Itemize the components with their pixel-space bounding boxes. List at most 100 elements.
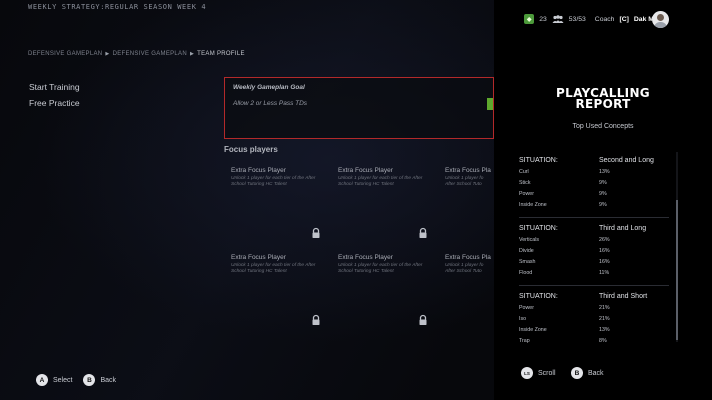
panel-back-hint[interactable]: B Back <box>571 367 604 379</box>
card-description: Unlock 1 player for each tier of the Aft… <box>338 176 423 187</box>
focus-players-heading: Focus players <box>224 145 278 154</box>
concept-name: Flood <box>519 270 533 276</box>
concept-row: Divide 16% <box>519 246 669 257</box>
concept-pct: 13% <box>599 327 610 333</box>
situation-header: SITUATION: Third and Short <box>519 291 669 303</box>
b-button-icon: B <box>571 367 583 379</box>
concept-pct: 21% <box>599 316 610 322</box>
situation-label: SITUATION: <box>519 157 558 164</box>
concept-row: Iso 21% <box>519 314 669 325</box>
header-status: ◆ 23 53/53 Coach [C] Dak Miller <box>524 14 666 24</box>
concept-pct: 21% <box>599 305 610 311</box>
card-title: Extra Focus Pla <box>445 254 491 261</box>
avatar-face <box>657 14 664 21</box>
a-button-icon: A <box>36 374 48 386</box>
goal-title: Weekly Gameplan Goal <box>233 84 305 91</box>
concept-name: Inside Zone <box>519 202 547 208</box>
situation-name: Third and Short <box>599 293 648 300</box>
concept-name: Power <box>519 191 535 197</box>
situation-label: SITUATION: <box>519 225 558 232</box>
concept-row: Stick 9% <box>519 178 669 189</box>
concept-name: Divide <box>519 248 534 254</box>
focus-player-card[interactable]: Extra Focus Player Unlock 1 player for e… <box>231 254 331 334</box>
captain-tag: [C] <box>619 15 629 23</box>
concept-pct: 26% <box>599 237 610 243</box>
concept-pct: 9% <box>599 202 607 208</box>
concept-name: Verticals <box>519 237 540 243</box>
situation-name: Third and Long <box>599 225 647 232</box>
concept-name: Inside Zone <box>519 327 547 333</box>
select-label: Select <box>53 376 73 384</box>
left-stick-icon: LS <box>521 367 533 379</box>
concept-pct: 9% <box>599 180 607 186</box>
concept-name: Smash <box>519 259 536 265</box>
report-title: PLAYCALLING REPORT <box>494 87 712 111</box>
level-badge-icon: ◆ <box>524 14 535 24</box>
card-title: Extra Focus Player <box>231 254 286 261</box>
chevron-right-icon: ▶ <box>190 51 195 57</box>
lock-icon <box>419 314 427 325</box>
concept-name: Trap <box>519 338 530 344</box>
weekly-goal-card[interactable]: Weekly Gameplan Goal Allow 2 or Less Pas… <box>224 77 494 139</box>
concept-name: Power <box>519 305 535 311</box>
concept-pct: 16% <box>599 259 610 265</box>
concept-row: Curl 13% <box>519 167 669 178</box>
concept-pct: 13% <box>599 169 610 175</box>
concept-row: Verticals 26% <box>519 235 669 246</box>
scrollbar-thumb[interactable] <box>676 200 678 340</box>
focus-player-card[interactable]: Extra Focus Pla Unlock 1 player fo After… <box>445 254 494 334</box>
divider <box>519 217 669 218</box>
side-menu: Start Training Free Practice <box>29 79 80 111</box>
menu-item-start-training[interactable]: Start Training <box>29 79 80 95</box>
situation-header: SITUATION: Third and Long <box>519 223 669 235</box>
back-label: Back <box>100 376 117 384</box>
concept-pct: 8% <box>599 338 607 344</box>
breadcrumb-item[interactable]: DEFENSIVE GAMEPLAN <box>28 51 102 57</box>
breadcrumb-item[interactable]: DEFENSIVE GAMEPLAN <box>113 51 187 57</box>
focus-player-card[interactable]: Extra Focus Player Unlock 1 player for e… <box>338 167 438 247</box>
concept-name: Curl <box>519 169 529 175</box>
avatar-body <box>654 22 667 28</box>
report-subtitle: Top Used Concepts <box>572 123 634 130</box>
breadcrumb: DEFENSIVE GAMEPLAN ▶ DEFENSIVE GAMEPLAN … <box>28 51 245 57</box>
card-description: Unlock 1 player fo After School Tuto <box>445 176 484 187</box>
card-title: Extra Focus Player <box>231 167 286 174</box>
situation-name: Second and Long <box>599 157 654 164</box>
menu-item-free-practice[interactable]: Free Practice <box>29 95 80 111</box>
avatar[interactable] <box>652 11 669 28</box>
situation-header: SITUATION: Second and Long <box>519 155 669 167</box>
concept-row: Smash 16% <box>519 257 669 268</box>
team-icon <box>552 14 564 23</box>
report-title-line2: REPORT <box>575 97 631 111</box>
card-description: Unlock 1 player fo After School Tuto <box>445 263 484 274</box>
concept-row: Inside Zone 13% <box>519 325 669 336</box>
concept-row: Inside Zone 9% <box>519 200 669 211</box>
b-button-icon: B <box>83 374 96 386</box>
goal-text: Allow 2 or Less Pass TDs <box>233 100 308 107</box>
situation-label: SITUATION: <box>519 293 558 300</box>
focus-player-card[interactable]: Extra Focus Pla Unlock 1 player fo After… <box>445 167 494 247</box>
chevron-right-icon: ▶ <box>105 51 110 57</box>
concept-pct: 16% <box>599 248 610 254</box>
breadcrumb-current: TEAM PROFILE <box>197 51 245 57</box>
lock-icon <box>419 227 427 238</box>
concept-name: Iso <box>519 316 527 322</box>
card-title: Extra Focus Player <box>338 167 393 174</box>
lock-icon <box>312 227 320 238</box>
concept-row: Trap 8% <box>519 336 669 347</box>
coach-label: Coach <box>594 15 615 23</box>
concepts-list: SITUATION: Second and Long Curl 13% Stick… <box>519 155 669 347</box>
card-description: Unlock 1 player for each tier of the Aft… <box>231 263 316 274</box>
select-hint[interactable]: A Select B Back <box>36 374 116 386</box>
card-description: Unlock 1 player for each tier of the Aft… <box>231 176 316 187</box>
focus-player-card[interactable]: Extra Focus Player Unlock 1 player for e… <box>338 254 438 334</box>
roster-count: 53/53 <box>568 15 586 23</box>
divider <box>519 285 669 286</box>
concept-name: Stick <box>519 180 531 186</box>
concept-row: Power 21% <box>519 303 669 314</box>
panel-back-label: Back <box>588 369 604 377</box>
goal-progress-indicator <box>487 98 493 110</box>
scroll-hint[interactable]: LS Scroll <box>521 367 556 379</box>
level-value: 23 <box>539 15 547 23</box>
focus-player-card[interactable]: Extra Focus Player Unlock 1 player for e… <box>231 167 331 247</box>
